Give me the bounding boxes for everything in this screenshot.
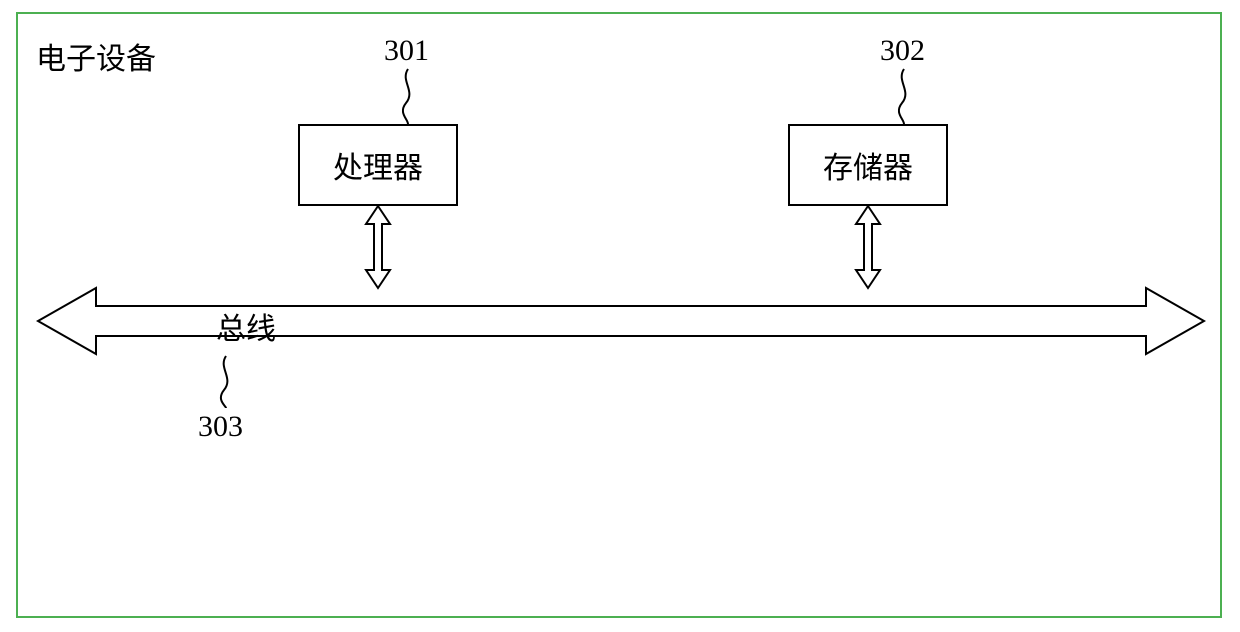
ref-num-memory: 302 [880,34,925,68]
double-arrow-processor-bus-icon [364,206,392,288]
processor-box: 处理器 [298,124,458,206]
diagram-title: 电子设备 [36,34,156,78]
leader-line-memory-icon [890,69,914,124]
bus-double-arrow-icon [38,286,1204,356]
double-arrow-memory-bus-icon [854,206,882,288]
memory-box: 存储器 [788,124,948,206]
ref-num-processor: 301 [384,34,429,68]
processor-label: 处理器 [333,143,423,187]
leader-line-bus-icon [214,356,238,408]
ref-num-bus: 303 [198,410,243,444]
bus-label: 总线 [216,304,276,348]
diagram-frame: 电子设备 301 处理器 302 存储器 总线 303 [16,12,1222,618]
leader-line-processor-icon [394,69,418,124]
memory-label: 存储器 [823,143,913,187]
